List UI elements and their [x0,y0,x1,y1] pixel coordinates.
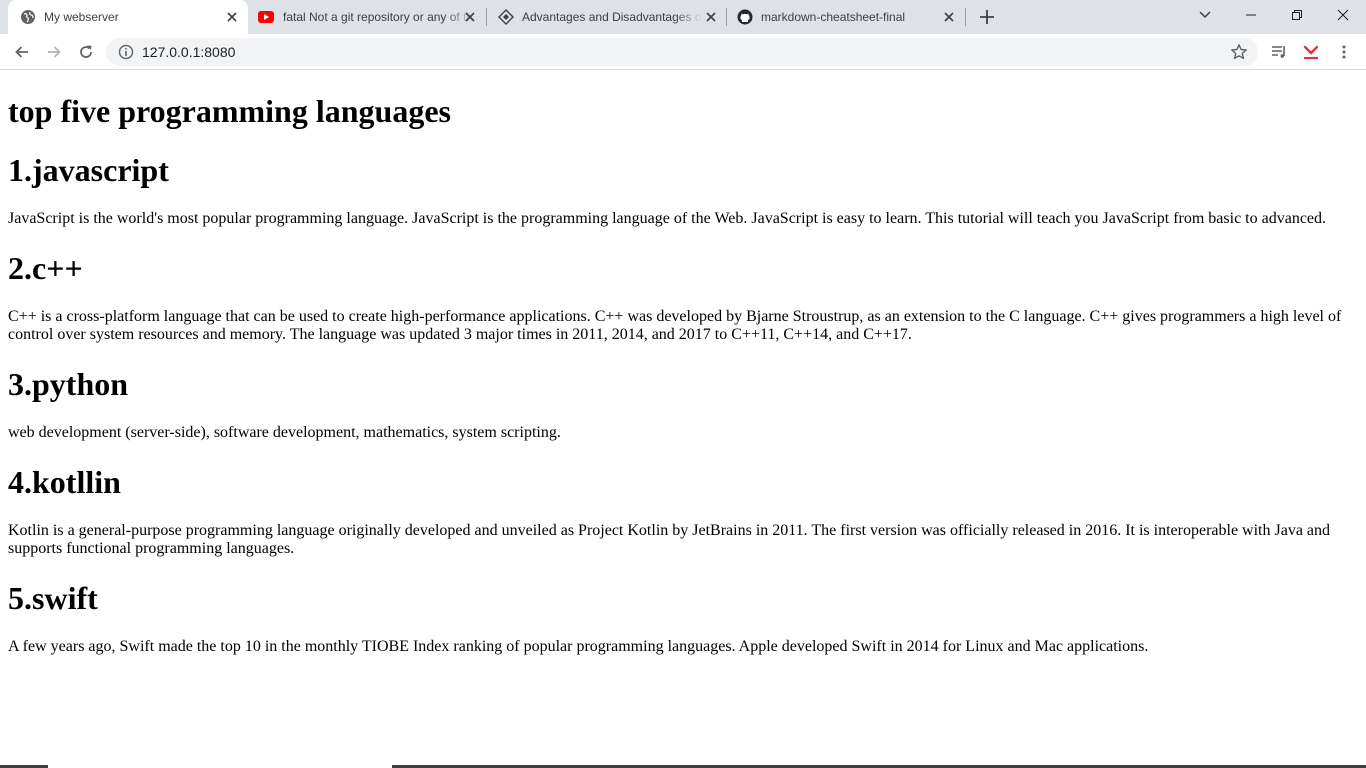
tab-strip: My webserver fatal Not a git repository … [0,0,1366,34]
star-bookmark-icon[interactable] [1230,43,1248,61]
section-python: 3.python web development (server-side), … [8,366,1358,442]
page-title: top five programming languages [8,93,451,129]
section-text: Kotlin is a general-purpose programming … [8,522,1331,557]
youtube-icon [258,11,274,23]
section-heading: 4.kotllin [8,464,121,500]
tab-title: Advantages and Disadvantages of Programm… [522,10,702,24]
close-tab-icon[interactable] [941,9,957,25]
tab-my-webserver[interactable]: My webserver [8,0,248,34]
url-text: 127.0.0.1:8080 [142,44,236,60]
section-heading: 5.swift [8,580,98,616]
close-tab-icon[interactable] [224,9,240,25]
reload-icon [80,45,92,58]
close-icon [1337,9,1349,21]
browser-toolbar: 127.0.0.1:8080 [0,34,1366,70]
minimize-button[interactable] [1228,0,1274,30]
playlist-icon [1272,46,1285,58]
tab-search-button[interactable] [1182,0,1228,30]
tab-git-error[interactable]: fatal Not a git repository or any of the… [248,0,486,34]
diamond-icon [498,9,514,25]
section-text: C++ is a cross-platform language that ca… [8,308,1342,343]
pocket-icon [1303,45,1319,59]
tab-title: markdown-cheatsheet-final [761,10,906,24]
tab-advantages[interactable]: Advantages and Disadvantages of Programm… [487,0,725,34]
tab-title: My webserver [44,10,119,24]
tab-title: fatal Not a git repository or any of the… [283,10,473,24]
minimize-icon [1246,14,1256,16]
section-cpp: 2.c++ C++ is a cross-platform language t… [8,250,1358,344]
restore-button[interactable] [1274,0,1320,30]
pocket-extension-button[interactable] [1299,40,1323,64]
section-heading: 3.python [8,366,129,402]
back-button[interactable] [10,40,34,64]
address-bar[interactable]: 127.0.0.1:8080 [106,38,1258,66]
github-icon [737,9,753,25]
new-tab-plus-icon[interactable] [976,6,998,28]
section-swift: 5.swift A few years ago, Swift made the … [8,580,1358,656]
reload-button[interactable] [74,40,98,64]
tab-separator [965,8,966,26]
restore-icon [1292,10,1302,20]
tab-markdown-cheatsheet[interactable]: markdown-cheatsheet-final [727,0,965,34]
section-heading: 1.javascript [8,152,169,188]
more-vertical-icon [1342,45,1346,59]
section-javascript: 1.javascript JavaScript is the world's m… [8,152,1358,228]
section-text: A few years ago, Swift made the top 10 i… [8,638,1149,655]
page-content: top five programming languages 1.javascr… [0,71,1366,765]
arrow-right-icon [48,46,61,58]
menu-button[interactable] [1332,40,1356,64]
close-tab-icon[interactable] [462,9,478,25]
info-icon[interactable] [118,44,134,60]
section-heading: 2.c++ [8,250,83,286]
section-kotlin: 4.kotllin Kotlin is a general-purpose pr… [8,464,1358,558]
close-window-button[interactable] [1320,0,1366,30]
arrow-left-icon [15,46,28,58]
globe-icon [21,10,35,24]
chevron-down-icon [1199,11,1211,19]
forward-button[interactable] [42,40,66,64]
close-tab-icon[interactable] [703,9,719,25]
section-text: web development (server-side), software … [8,424,561,441]
section-text: JavaScript is the world's most popular p… [8,210,1327,227]
media-control-button[interactable] [1267,40,1291,64]
